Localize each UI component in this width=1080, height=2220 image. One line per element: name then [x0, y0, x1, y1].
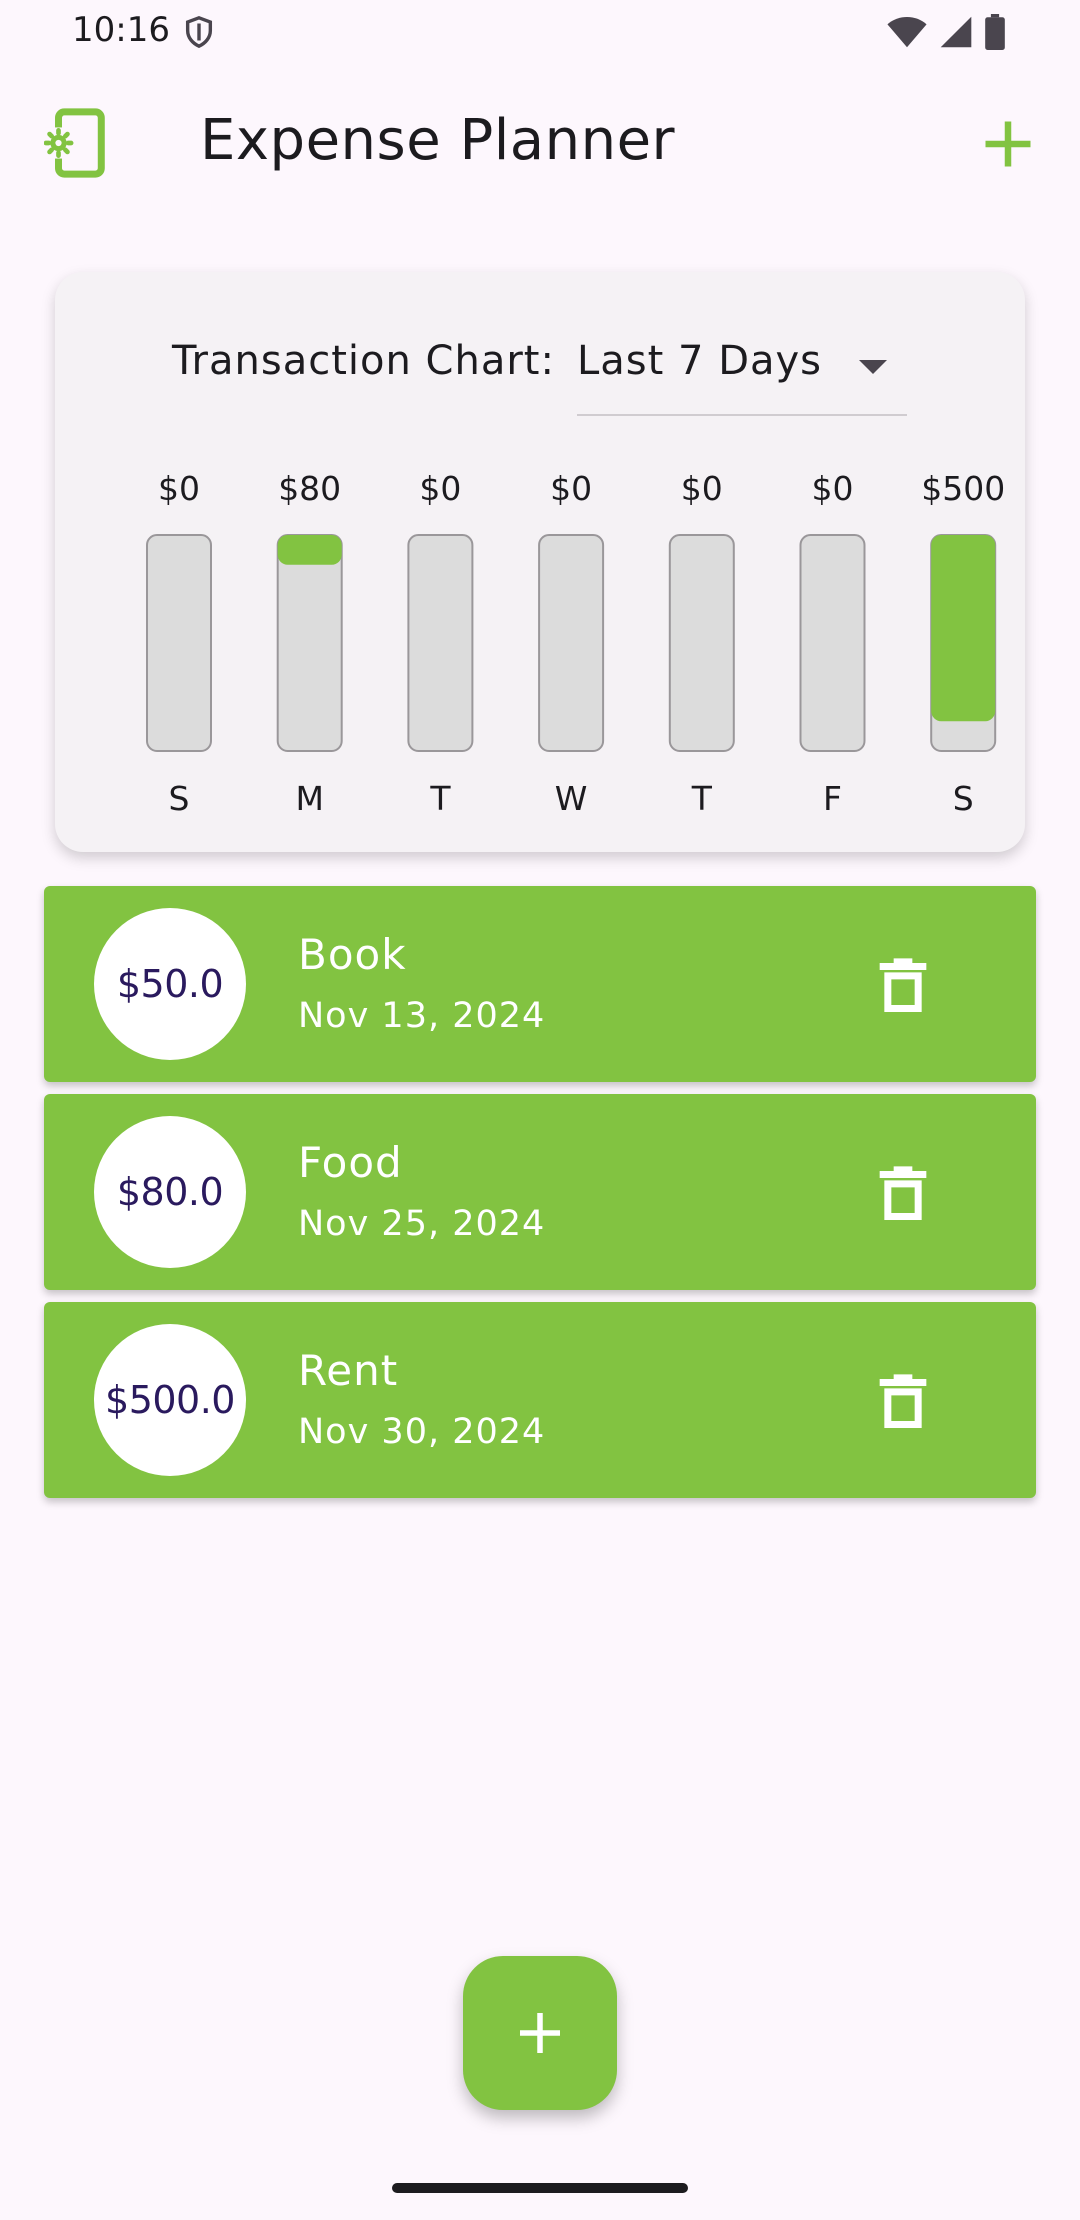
transaction-card[interactable]: $80.0 Food Nov 25, 2024	[44, 1094, 1036, 1290]
transaction-title: Food	[298, 1138, 403, 1187]
transaction-title: Book	[298, 930, 407, 979]
bar-value-label: $0	[550, 469, 592, 508]
bar-track	[799, 534, 866, 752]
transaction-chart: $0 S $80 M $0 T $0 W $0 T $0 F $500 S	[146, 469, 1005, 818]
bar-value-label: $80	[278, 469, 341, 508]
wifi-icon	[887, 17, 927, 48]
chart-card: Transaction Chart: Last 7 Days $0 S $80 M $0…	[55, 272, 1025, 852]
status-time: 10:16	[72, 10, 170, 50]
bar-value-label: $0	[158, 469, 200, 508]
settings-phone-icon[interactable]	[44, 108, 108, 178]
status-bar: 10:16	[0, 0, 1080, 64]
signal-icon	[940, 16, 972, 48]
bar-fill	[931, 535, 996, 722]
bar-value-label: $0	[812, 469, 854, 508]
bar-fill	[277, 535, 342, 565]
bar-day-label: T	[429, 779, 451, 818]
transaction-title: Rent	[298, 1346, 399, 1395]
shield-icon	[185, 16, 213, 49]
bar-value-label: $500	[921, 469, 1005, 508]
battery-icon	[985, 14, 1005, 50]
add-icon[interactable]	[978, 114, 1038, 174]
add-icon	[520, 2013, 560, 2053]
transaction-card[interactable]: $500.0 Rent Nov 30, 2024	[44, 1302, 1036, 1498]
transaction-amount: $80.0	[94, 1116, 246, 1268]
bar-day-label: W	[555, 779, 588, 818]
screen: 10:16 Expense Planner Transaction Chart:…	[0, 0, 1080, 2220]
transaction-card[interactable]: $50.0 Book Nov 13, 2024	[44, 886, 1036, 1082]
bar-day-label: F	[823, 779, 842, 818]
bar-track	[668, 534, 735, 752]
app-title: Expense Planner	[200, 108, 676, 173]
bar-day-label: S	[953, 779, 974, 818]
transaction-date: Nov 30, 2024	[298, 1412, 546, 1452]
bar-track	[407, 534, 474, 752]
status-icons	[886, 14, 1006, 50]
bar-day-label: M	[295, 779, 323, 818]
bar-value-label: $0	[681, 469, 723, 508]
app-bar: Expense Planner	[0, 88, 1080, 198]
bar-track	[538, 534, 605, 752]
transaction-date: Nov 25, 2024	[298, 1204, 546, 1244]
bar-day-label: T	[691, 779, 713, 818]
delete-icon[interactable]	[878, 1372, 928, 1428]
add-transaction-fab[interactable]	[463, 1956, 617, 2110]
transaction-amount: $500.0	[94, 1324, 246, 1476]
transaction-amount: $50.0	[94, 908, 246, 1060]
delete-icon[interactable]	[878, 956, 928, 1012]
delete-icon[interactable]	[878, 1164, 928, 1220]
bar-day-label: S	[169, 779, 190, 818]
bar-track	[276, 534, 343, 752]
bar-value-label: $0	[419, 469, 461, 508]
bar-track	[146, 534, 212, 752]
transaction-list: $50.0 Book Nov 13, 2024 $80.0 Food Nov 25, 20…	[44, 886, 1036, 1510]
transaction-date: Nov 13, 2024	[298, 996, 546, 1036]
home-indicator[interactable]	[392, 2183, 688, 2193]
